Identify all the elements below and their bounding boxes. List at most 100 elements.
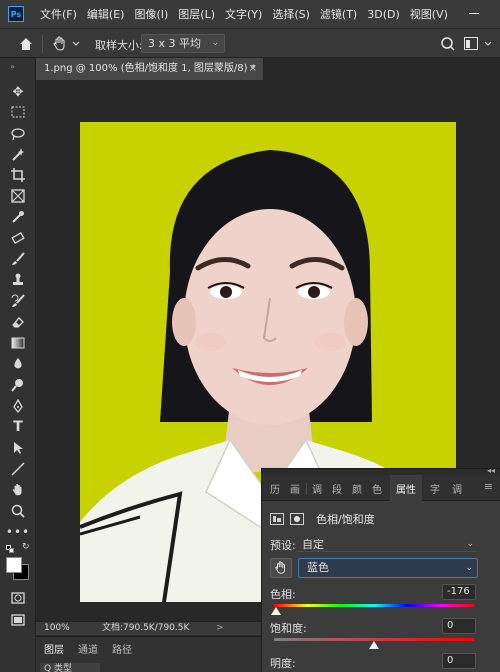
chevron-down-icon: ⌄ bbox=[465, 563, 473, 573]
document-size: 文档:790.5K/790.5K bbox=[102, 623, 190, 633]
layer-filter-select[interactable]: Q 类型 bbox=[40, 663, 100, 672]
zoom-tool-icon[interactable] bbox=[8, 501, 28, 521]
divider bbox=[306, 483, 307, 495]
tab-channels[interactable]: 通道 bbox=[78, 641, 98, 656]
saturation-value-input[interactable]: 0 bbox=[442, 618, 476, 634]
workspace-layout-icon[interactable] bbox=[464, 37, 478, 50]
swap-colors-icon[interactable]: ↻ bbox=[22, 542, 30, 552]
tab-color[interactable]: 颜 bbox=[352, 481, 362, 496]
panel-collapse-icon[interactable]: » bbox=[10, 62, 16, 71]
document-tab-title: 1.png @ 100% (色相/饱和度 1, 图层蒙版/8) * bbox=[44, 63, 256, 74]
more-tools-icon[interactable]: ••• bbox=[6, 522, 29, 542]
tab-adjust[interactable]: 调 bbox=[452, 481, 462, 496]
gradient-tool-icon[interactable] bbox=[8, 333, 28, 353]
chevron-down-icon[interactable] bbox=[72, 41, 80, 47]
status-menu-arrow-icon[interactable]: > bbox=[216, 622, 224, 635]
properties-tab-bar: 历 画 调 段 颜 色 属性 字 调 ≡ bbox=[262, 475, 500, 501]
quick-mask-icon[interactable] bbox=[8, 588, 28, 608]
lightness-value-input[interactable]: 0 bbox=[442, 653, 476, 669]
photoshop-logo-icon[interactable]: Ps bbox=[8, 6, 24, 22]
zoom-level[interactable]: 100% bbox=[44, 622, 70, 635]
adjustment-header: 色相/饱和度 bbox=[270, 511, 375, 527]
hue-slider-thumb[interactable] bbox=[271, 607, 281, 615]
chevron-down-icon: ⌄ bbox=[466, 539, 474, 549]
tab-paths[interactable]: 路径 bbox=[112, 641, 132, 656]
saturation-slider-thumb[interactable] bbox=[369, 641, 379, 649]
pen-tool-icon[interactable] bbox=[8, 396, 28, 416]
blur-tool-icon[interactable] bbox=[8, 354, 28, 374]
tab-paragraph[interactable]: 段 bbox=[332, 481, 342, 496]
collapse-panel-icon[interactable]: ◂◂ bbox=[487, 466, 495, 475]
tab-history[interactable]: 历 bbox=[270, 481, 280, 496]
lasso-tool-icon[interactable] bbox=[8, 124, 28, 144]
panel-menu-icon[interactable]: ≡ bbox=[484, 480, 493, 493]
hand-icon bbox=[275, 561, 285, 574]
home-icon[interactable] bbox=[18, 36, 34, 52]
menu-select[interactable]: 选择(S) bbox=[268, 6, 314, 22]
menu-image[interactable]: 图像(I) bbox=[130, 6, 172, 22]
menu-3d[interactable]: 3D(D) bbox=[363, 8, 404, 21]
tab-properties[interactable]: 属性 bbox=[396, 481, 416, 496]
brush-tool-icon[interactable] bbox=[8, 249, 28, 269]
minimize-window-icon[interactable] bbox=[468, 7, 480, 19]
options-bar: 取样大小: 3 x 3 平均 ⌄ bbox=[0, 28, 500, 58]
preset-select[interactable]: 自定 ⌄ bbox=[298, 537, 476, 552]
default-colors-icon[interactable] bbox=[6, 545, 14, 553]
tab-character[interactable]: 字 bbox=[430, 481, 440, 496]
tab-swatches[interactable]: 色 bbox=[372, 481, 382, 496]
screen-mode-icon[interactable] bbox=[8, 610, 28, 630]
frame-tool-icon[interactable] bbox=[8, 186, 28, 206]
crop-tool-icon[interactable] bbox=[8, 165, 28, 185]
preset-label: 预设: bbox=[270, 539, 296, 552]
targeted-adjustment-hand-icon[interactable] bbox=[52, 36, 68, 52]
adjustment-title: 色相/饱和度 bbox=[316, 513, 375, 526]
targeted-adjustment-hand-button[interactable] bbox=[270, 558, 292, 578]
eraser-tool-icon[interactable] bbox=[8, 312, 28, 332]
type-tool-icon[interactable]: T bbox=[8, 417, 28, 437]
divider bbox=[42, 35, 43, 53]
clone-stamp-tool-icon[interactable] bbox=[8, 270, 28, 290]
saturation-label: 饱和度: bbox=[270, 622, 307, 635]
document-tab-bar: 1.png @ 100% (色相/饱和度 1, 图层蒙版/8) * × bbox=[36, 58, 500, 80]
close-icon[interactable]: × bbox=[249, 58, 257, 80]
menu-type[interactable]: 文字(Y) bbox=[221, 6, 266, 22]
menu-bar: Ps 文件(F) 编辑(E) 图像(I) 图层(L) 文字(Y) 选择(S) 滤… bbox=[0, 0, 500, 28]
layers-panel: 图层 通道 路径 Q 类型 bbox=[36, 636, 261, 672]
marquee-tool-icon[interactable] bbox=[8, 102, 28, 122]
hand-tool-icon[interactable] bbox=[8, 480, 28, 500]
menu-view[interactable]: 视图(V) bbox=[406, 6, 452, 22]
menu-filter[interactable]: 滤镜(T) bbox=[316, 6, 361, 22]
healing-brush-tool-icon[interactable] bbox=[8, 228, 28, 248]
properties-panel: ◂◂ 历 画 调 段 颜 色 属性 字 调 ≡ 色相/饱和度 预设: 自定 ⌄ … bbox=[261, 466, 500, 672]
path-selection-tool-icon[interactable] bbox=[8, 438, 28, 458]
line-tool-icon[interactable] bbox=[8, 459, 28, 479]
channel-select[interactable]: 蓝色 ⌄ bbox=[298, 558, 478, 578]
chevron-down-icon[interactable] bbox=[484, 41, 492, 47]
sample-size-value: 3 x 3 平均 bbox=[148, 37, 201, 50]
foreground-color-swatch[interactable] bbox=[6, 557, 22, 573]
hue-label: 色相: bbox=[270, 588, 296, 601]
magic-wand-tool-icon[interactable] bbox=[8, 144, 28, 164]
layer-mask-icon[interactable] bbox=[290, 513, 304, 525]
menu-layer[interactable]: 图层(L) bbox=[174, 6, 219, 22]
hue-saturation-adjustment-icon[interactable] bbox=[270, 513, 284, 525]
menu-file[interactable]: 文件(F) bbox=[36, 6, 81, 22]
tab-adjustments[interactable]: 调 bbox=[312, 481, 322, 496]
sample-size-select[interactable]: 3 x 3 平均 ⌄ bbox=[141, 34, 225, 53]
preset-value: 自定 bbox=[302, 538, 324, 551]
tab-brush[interactable]: 画 bbox=[290, 481, 300, 496]
menu-edit[interactable]: 编辑(E) bbox=[83, 6, 129, 22]
history-brush-tool-icon[interactable] bbox=[8, 291, 28, 311]
hue-slider-track[interactable] bbox=[274, 604, 474, 607]
hue-value-input[interactable]: -176 bbox=[442, 584, 476, 600]
tab-layers[interactable]: 图层 bbox=[44, 641, 64, 656]
document-tab[interactable]: 1.png @ 100% (色相/饱和度 1, 图层蒙版/8) * × bbox=[36, 58, 264, 80]
eyedropper-tool-icon[interactable] bbox=[8, 207, 28, 227]
dodge-tool-icon[interactable] bbox=[8, 375, 28, 395]
tools-panel: » ✥ T ••• ↻ bbox=[0, 58, 36, 672]
search-icon[interactable] bbox=[440, 36, 456, 52]
channel-value: 蓝色 bbox=[307, 561, 329, 574]
move-tool-icon[interactable]: ✥ bbox=[8, 82, 28, 102]
chevron-down-icon: ⌄ bbox=[211, 38, 219, 48]
lightness-label: 明度: bbox=[270, 657, 296, 670]
